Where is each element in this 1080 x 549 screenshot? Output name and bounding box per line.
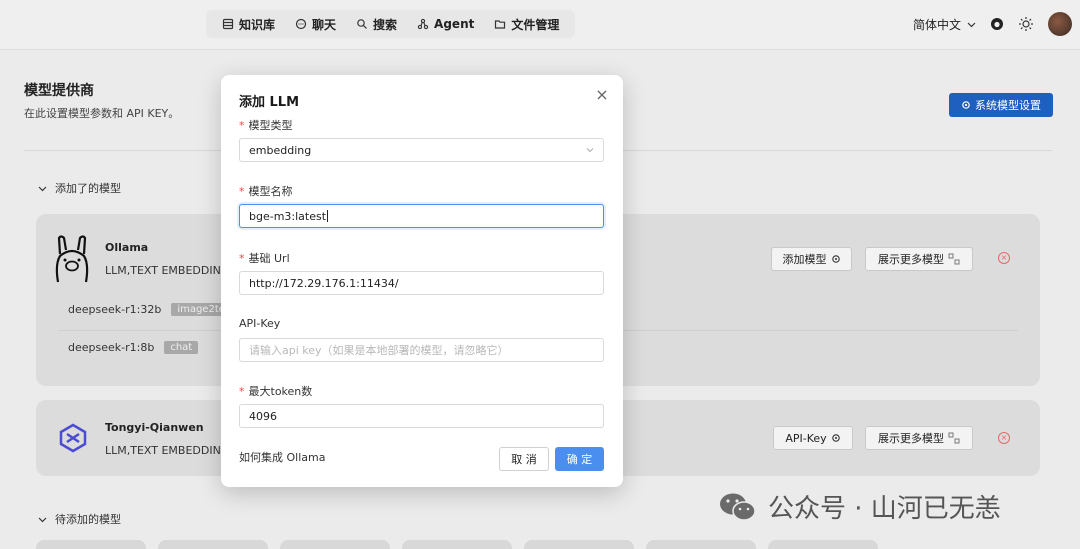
base-url-input[interactable]: http://172.29.176.1:11434/ [239,271,604,295]
field-label-text: 基础 Url [248,252,290,265]
model-type-value: embedding [249,143,312,157]
model-name-input[interactable]: bge-m3:latest [239,204,604,228]
field-label-text: 模型类型 [248,119,293,132]
model-name-label: * 模型名称 [239,183,293,199]
required-mark: * [239,252,245,265]
base-url-value: http://172.29.176.1:11434/ [249,276,399,290]
field-label-text: 最大token数 [248,385,313,398]
max-tokens-value: 4096 [249,409,277,423]
field-label-text: 模型名称 [248,185,293,198]
required-mark: * [239,119,245,132]
model-type-label: * 模型类型 [239,117,293,133]
max-tokens-input[interactable]: 4096 [239,404,604,428]
api-key-input[interactable]: 请输入api key（如果是本地部署的模型，请忽略它） [239,338,604,362]
text-cursor [327,210,329,222]
ollama-help-link[interactable]: 如何集成 Ollama [239,449,325,465]
api-key-label: API-Key [239,317,280,330]
model-name-value: bge-m3:latest [249,209,327,223]
api-key-placeholder: 请输入api key（如果是本地部署的模型，请忽略它） [249,344,509,357]
model-type-select[interactable]: embedding [239,138,604,162]
required-mark: * [239,385,245,398]
required-mark: * [239,185,245,198]
close-icon[interactable]: × [595,87,609,103]
cancel-button[interactable]: 取 消 [499,447,549,471]
chevron-down-icon [586,148,594,153]
base-url-label: * 基础 Url [239,250,290,266]
modal-title: 添加 LLM [239,95,300,110]
field-label-text: API-Key [239,317,281,330]
max-tokens-label: * 最大token数 [239,383,312,399]
confirm-button[interactable]: 确 定 [555,447,604,471]
add-llm-modal: 添加 LLM × * 模型类型 embedding * 模型名称 bge-m3:la… [221,75,623,487]
